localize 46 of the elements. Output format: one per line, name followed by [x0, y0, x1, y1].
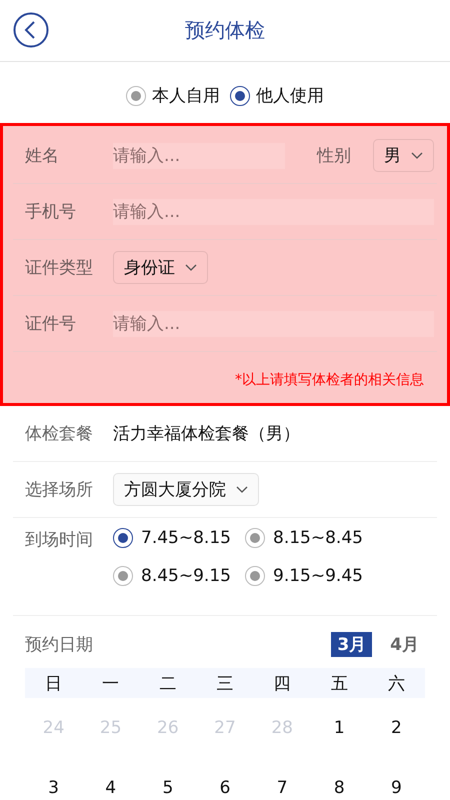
back-icon[interactable]: [13, 12, 49, 48]
weekday-label: 六: [386, 672, 406, 694]
field-label: 体检套餐: [25, 423, 94, 445]
calendar-day[interactable]: 2: [368, 718, 425, 738]
weekday-label: 二: [158, 672, 178, 694]
radio-option[interactable]: 8.45~9.15: [113, 566, 245, 586]
month-tab[interactable]: 3月: [331, 632, 372, 656]
chevron-down-icon: [411, 152, 423, 160]
weekday-label: 五: [330, 672, 349, 694]
calendar-day[interactable]: 3: [25, 778, 82, 798]
id-type-dropdown[interactable]: 身份证: [113, 251, 208, 284]
package-name: 活力幸福体检套餐（男）: [113, 423, 300, 445]
radio-option[interactable]: 他人使用: [230, 84, 324, 107]
input-field[interactable]: 请输入...: [113, 310, 434, 336]
weekday-label: 三: [215, 672, 234, 694]
month-tab[interactable]: 4月: [384, 632, 425, 656]
field-label: 证件号: [25, 313, 77, 335]
radio-option[interactable]: 7.45~8.15: [113, 528, 245, 548]
calendar-day[interactable]: 6: [196, 778, 254, 798]
calendar-day[interactable]: 1: [310, 718, 368, 738]
calendar-day[interactable]: 4: [82, 778, 140, 798]
hint-text: *以上请填写体检者的相关信息: [235, 371, 424, 389]
input-field[interactable]: 请输入...: [113, 142, 285, 168]
weekday-label: 四: [272, 672, 292, 694]
radio-option[interactable]: 8.15~8.45: [245, 528, 363, 548]
weekday-label: 一: [101, 672, 120, 694]
weekday-label: 日: [44, 672, 64, 694]
field-label: 性别: [317, 145, 351, 167]
gender-dropdown[interactable]: 男: [373, 139, 434, 172]
chevron-down-icon: [185, 264, 197, 272]
field-label: 证件类型: [25, 257, 94, 279]
page-title: 预约体检: [185, 17, 265, 44]
input-field[interactable]: 请输入...: [113, 198, 434, 224]
field-label: 选择场所: [25, 479, 94, 501]
field-label: 手机号: [25, 201, 77, 223]
calendar-day[interactable]: 8: [310, 778, 368, 798]
radio-option[interactable]: 9.15~9.45: [245, 566, 363, 586]
venue-dropdown[interactable]: 方圆大厦分院: [113, 473, 259, 506]
calendar-day[interactable]: 5: [139, 778, 196, 798]
chevron-down-icon: [236, 486, 248, 494]
calendar-day[interactable]: 7: [254, 778, 311, 798]
radio-option[interactable]: 本人自用: [126, 84, 220, 107]
field-label: 姓名: [25, 145, 60, 167]
calendar-day[interactable]: 9: [368, 778, 425, 798]
field-label: 到场时间: [25, 529, 94, 551]
field-label: 预约日期: [25, 634, 94, 656]
